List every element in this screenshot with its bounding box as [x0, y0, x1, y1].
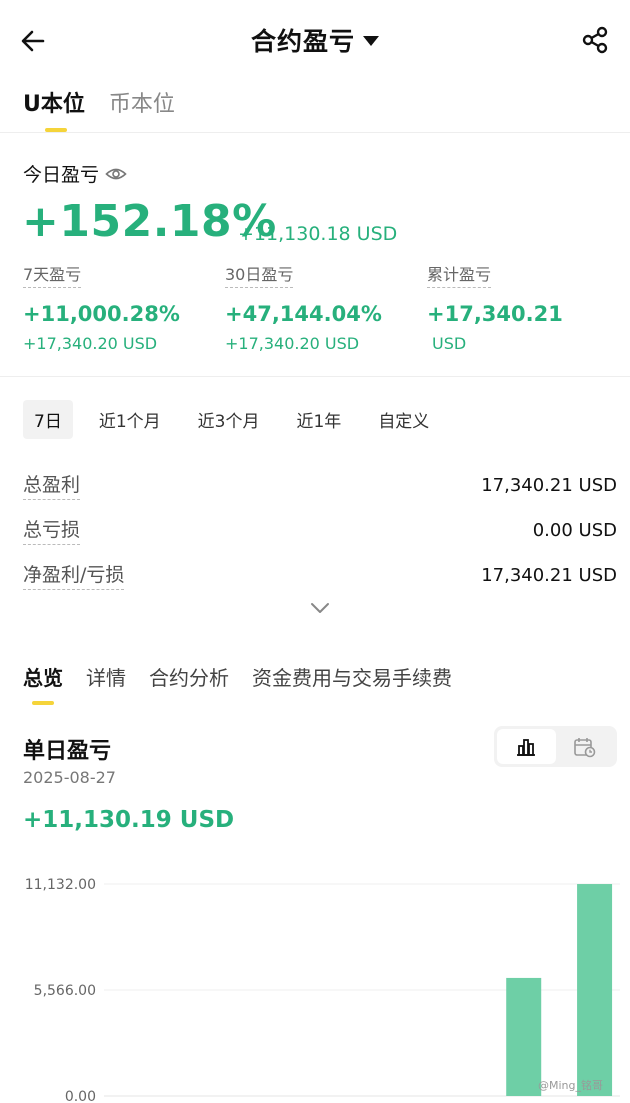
stat-30d: 30日盈亏 +47,144.04% +17,340.20 USD — [225, 261, 382, 353]
summary-value: 0.00 USD — [532, 519, 617, 541]
section-tabs: 总览 详情 合约分析 资金费用与交易手续费 — [23, 662, 452, 705]
daily-pnl-title: 单日盈亏 — [23, 739, 112, 764]
stat-30d-label[interactable]: 30日盈亏 — [225, 261, 294, 288]
daily-pnl-date: 2025-08-27 — [23, 768, 116, 787]
divider — [0, 132, 630, 133]
range-tab-1y[interactable]: 近1年 — [285, 400, 352, 439]
view-toggle — [494, 726, 617, 767]
range-tabs: 7日 近1个月 近3个月 近1年 自定义 — [23, 400, 455, 439]
summary-row-total-loss: 总亏损 0.00 USD — [23, 515, 617, 545]
share-icon[interactable] — [580, 25, 610, 55]
today-pnl-usd: +11,130.18 USD — [238, 223, 398, 245]
tab-coin-margined[interactable]: 币本位 — [109, 86, 175, 132]
daily-pnl-bar-chart: 0.00 5,566.00 11,132.00 — [25, 877, 620, 1103]
stat-7d-label[interactable]: 7天盈亏 — [23, 261, 82, 288]
chart-bar[interactable] — [577, 884, 613, 1096]
summary-label[interactable]: 总亏损 — [23, 515, 81, 545]
y-tick-label: 0.00 — [65, 1089, 96, 1103]
tab-contract-analysis[interactable]: 合约分析 — [149, 662, 229, 705]
summary-label[interactable]: 总盈利 — [23, 470, 81, 500]
stat-30d-percent: +47,144.04% — [225, 302, 382, 326]
bar-chart-icon — [517, 738, 536, 756]
summary-row-net: 净盈利/亏损 17,340.21 USD — [23, 560, 617, 590]
page-title: 合约盈亏 — [250, 27, 355, 56]
range-tab-7d[interactable]: 7日 — [23, 400, 73, 439]
range-tab-custom[interactable]: 自定义 — [367, 400, 440, 439]
summary-row-total-profit: 总盈利 17,340.21 USD — [23, 470, 617, 500]
daily-pnl-value: +11,130.19 USD — [23, 807, 235, 833]
y-tick-label: 11,132.00 — [25, 877, 96, 893]
range-tab-3m[interactable]: 近3个月 — [187, 400, 271, 439]
summary-label[interactable]: 净盈利/亏损 — [23, 560, 125, 590]
summary-value: 17,340.21 USD — [481, 474, 617, 496]
stat-7d-usd: +17,340.20 USD — [23, 334, 158, 353]
bar-view-button[interactable] — [497, 729, 556, 764]
tab-details[interactable]: 详情 — [86, 662, 126, 705]
header: 合约盈亏 — [0, 0, 630, 80]
tab-overview[interactable]: 总览 — [23, 662, 63, 705]
today-pnl-label: 今日盈亏 — [23, 160, 127, 187]
calendar-view-button[interactable] — [556, 729, 615, 764]
page-title-dropdown[interactable]: 合约盈亏 — [251, 22, 379, 58]
stat-cumulative-unit: USD — [432, 334, 467, 353]
caret-down-icon — [363, 36, 379, 46]
eye-icon[interactable] — [105, 166, 127, 182]
stat-cumulative: 累计盈亏 +17,340.21 USD — [427, 261, 563, 353]
summary-value: 17,340.21 USD — [481, 564, 617, 586]
title-wrap: 合约盈亏 — [0, 22, 630, 58]
tab-usdt-margined[interactable]: U本位 — [23, 86, 85, 132]
tab-fees[interactable]: 资金费用与交易手续费 — [252, 662, 452, 705]
y-tick-label: 5,566.00 — [34, 983, 96, 999]
unit-tabs: U本位 币本位 — [23, 86, 175, 132]
today-pnl-label-text: 今日盈亏 — [23, 164, 100, 186]
stat-7d-percent: +11,000.28% — [23, 302, 180, 326]
stat-30d-usd: +17,340.20 USD — [225, 334, 360, 353]
divider — [0, 376, 630, 377]
stat-7d: 7天盈亏 +11,000.28% +17,340.20 USD — [23, 261, 180, 353]
watermark: @Ming_铭哥 — [538, 1079, 604, 1092]
range-tab-1m[interactable]: 近1个月 — [88, 400, 172, 439]
stat-cumulative-label[interactable]: 累计盈亏 — [427, 261, 492, 288]
chevron-down-icon[interactable] — [309, 600, 331, 616]
stat-cumulative-value: +17,340.21 — [427, 302, 563, 326]
chart-bar[interactable] — [506, 977, 542, 1096]
calendar-icon — [573, 737, 596, 757]
